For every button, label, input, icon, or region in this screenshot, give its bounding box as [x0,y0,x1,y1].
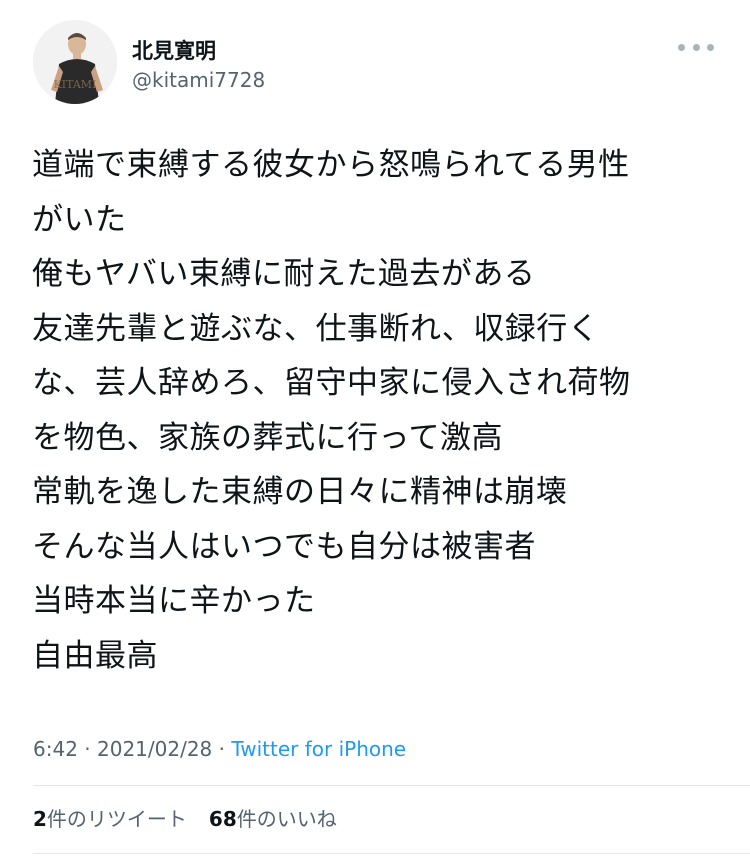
avatar-watermark: KITAMI [54,78,97,91]
meta-separator: · [212,737,232,761]
display-name[interactable]: 北見寛明 [132,38,265,64]
divider [33,785,750,786]
tweet-time: 6:42 [33,737,78,761]
more-dot-3 [707,43,714,51]
tweet-text-line: 俺もヤバい束縛に耐えた過去がある [32,256,536,292]
avatar-photo: KITAMI [33,20,117,104]
tweet-text: 道端で束縛する彼女から怒鳴られてる男性 がいた俺もヤバい束縛に耐えた過去がある友達… [32,138,732,683]
more-dot-1 [678,43,685,51]
divider [33,853,750,854]
tweet-text-line: な、芸人辞めろ、留守中家に侵入され荷物 [32,365,631,401]
tweet-text-line: を物色、家族の葬式に行って激高 [32,419,503,456]
retweets-count: 2 [33,807,47,831]
tweet-text-line: そんな当人はいつでも自分は被害者 [32,528,536,565]
retweets-stat[interactable]: 2件のリツイート [33,807,187,831]
tweet-text-line: 自由最高 [32,637,158,674]
user-handle[interactable]: @kitami7728 [132,66,265,94]
meta-separator: · [77,737,97,761]
more-dot-2 [692,43,700,51]
tweet-text-line: 友達先輩と遊ぶな、仕事断れ、収録行く [32,310,600,347]
more-options-icon[interactable] [678,34,714,60]
tweet-header: KITAMI 北見寛明 @kitami7728 [33,20,730,106]
likes-count: 68 [208,807,237,831]
likes-label: 件のいいね [236,807,337,831]
tweet-text-line: 当時本当に辛かった [32,583,316,619]
tweet-meta: 6:42 · 2021/02/28 · Twitter for iPhone [33,735,406,763]
tweet-stats: 2件のリツイート 68件のいいね [33,805,337,833]
user-names: 北見寛明 @kitami7728 [132,38,265,94]
tweet-text-line: 道端で束縛する彼女から怒鳴られてる男性 [32,147,630,183]
retweets-label: 件のリツイート [46,807,187,831]
tweet-text-line: 常軌を逸した束縛の日々に精神は崩壊 [32,474,568,510]
avatar[interactable]: KITAMI [33,20,117,104]
likes-stat[interactable]: 68件のいいね [209,807,337,831]
tweet-source-link[interactable]: Twitter for iPhone [231,737,406,761]
tweet-text-line: がいた [32,201,127,238]
tweet-date: 2021/02/28 [97,737,213,761]
